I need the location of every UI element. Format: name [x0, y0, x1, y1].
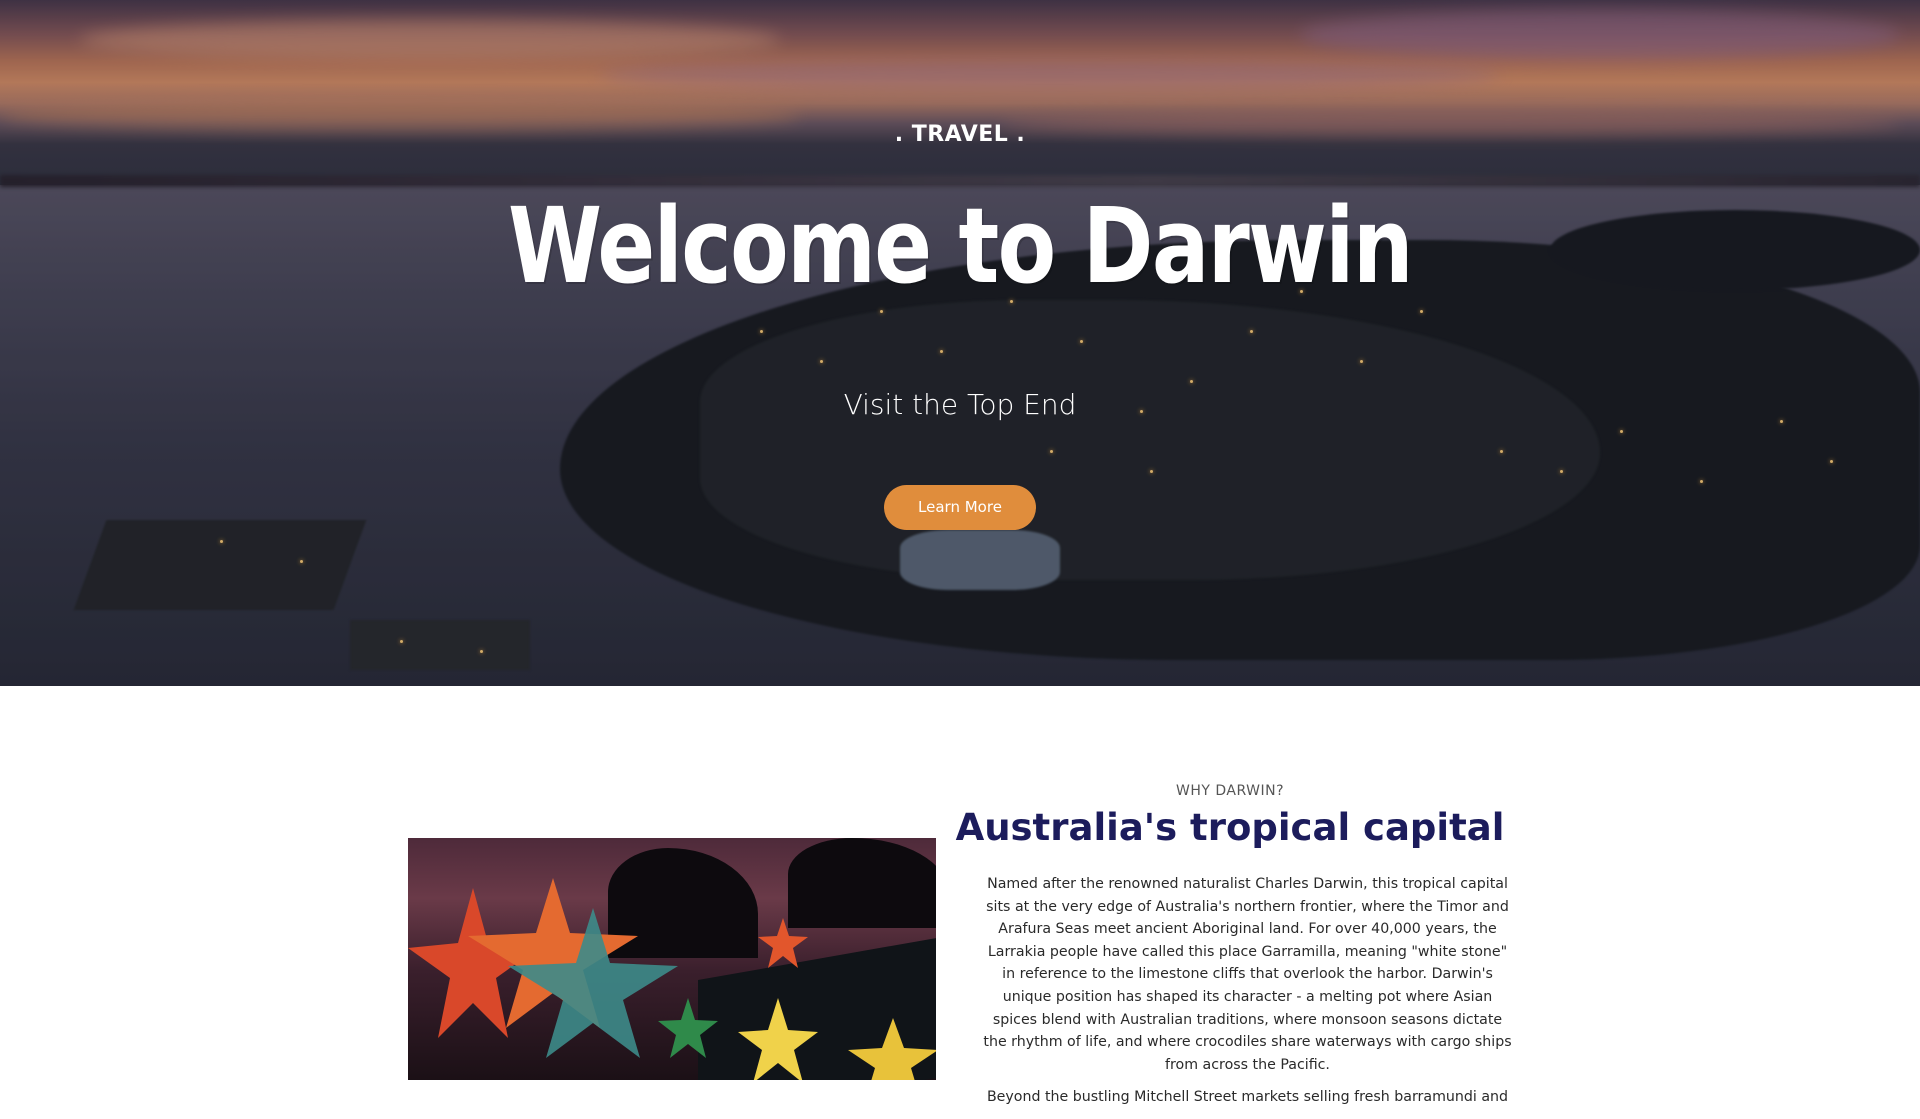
hero-overlay — [0, 0, 1920, 686]
festival-lanterns-image — [408, 838, 936, 1080]
section-eyebrow: WHY DARWIN? — [1175, 783, 1285, 799]
hero-title: Welcome to Darwin — [508, 185, 1414, 307]
hero-eyebrow: . TRAVEL . — [894, 122, 1026, 147]
body-paragraph: Named after the renowned naturalist Char… — [983, 876, 1512, 1073]
section-body: Named after the renowned naturalist Char… — [980, 873, 1515, 1119]
lantern-star-icon — [738, 998, 818, 1080]
hero-subtitle: Visit the Top End — [843, 388, 1077, 421]
lantern-star-icon — [658, 998, 718, 1058]
palm-silhouette — [788, 838, 936, 928]
lantern-star-icon — [848, 1018, 936, 1080]
section-title: Australia's tropical capital — [955, 806, 1505, 849]
body-paragraph: Beyond the bustling Mitchell Street mark… — [986, 1089, 1509, 1106]
lantern-star-icon — [758, 918, 808, 968]
hero-section: . TRAVEL . Welcome to Darwin Visit the T… — [0, 0, 1920, 686]
lantern-star-icon — [508, 908, 678, 1058]
learn-more-button[interactable]: Learn More — [884, 485, 1036, 530]
